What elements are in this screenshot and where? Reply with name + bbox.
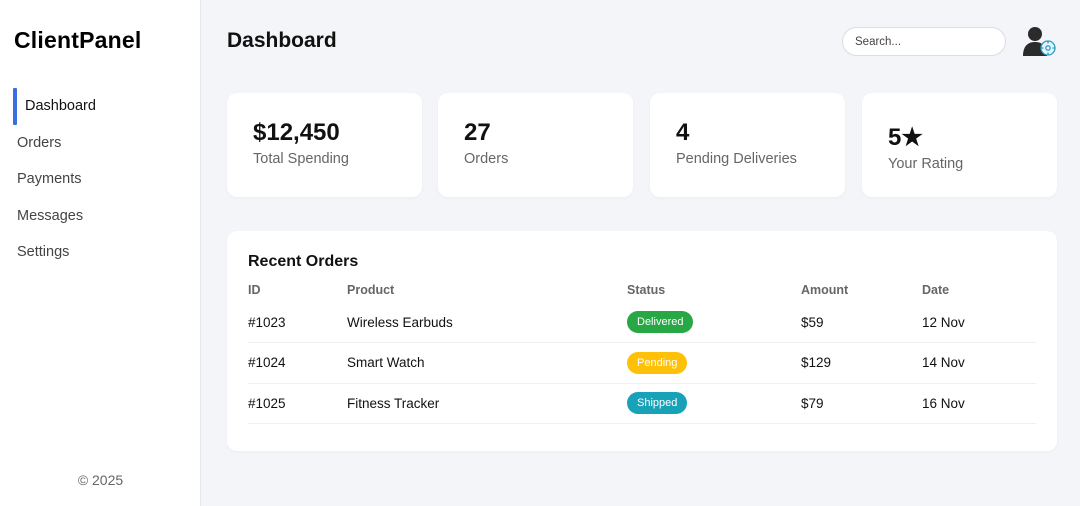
status-badge: Pending: [627, 351, 688, 374]
stat-value: $12,450: [253, 119, 340, 146]
order-date: 12 Nov: [922, 302, 1036, 343]
order-product: Wireless Earbuds: [347, 302, 627, 343]
order-amount: $129: [801, 342, 922, 384]
order-status-cell: Shipped: [627, 383, 801, 424]
column-header-date: Date: [922, 283, 950, 297]
order-id: #1025: [248, 383, 347, 424]
search-input[interactable]: [842, 27, 1006, 56]
column-header-status: Status: [627, 283, 666, 297]
brand-logo: ClientPanel: [14, 27, 142, 53]
order-amount: $59: [801, 302, 922, 343]
table-header-row: ID Product Status Amount Date: [248, 278, 1036, 302]
order-status-cell: Delivered: [627, 302, 801, 343]
recent-orders-title: Recent Orders: [248, 253, 359, 270]
stat-card-orders: 27 Orders: [438, 93, 633, 197]
status-badge: Shipped: [627, 392, 688, 415]
order-id: #1023: [248, 302, 347, 343]
order-product: Smart Watch: [347, 342, 627, 384]
stat-value: 5★: [888, 124, 923, 151]
stat-label: Orders: [464, 151, 509, 167]
copyright: © 2025: [77, 472, 124, 488]
order-id: #1024: [248, 342, 347, 384]
column-header-id: ID: [248, 283, 261, 297]
user-avatar-icon[interactable]: [1022, 25, 1056, 57]
order-date: 14 Nov: [922, 342, 1036, 384]
sidebar-item-settings[interactable]: Settings: [0, 234, 201, 271]
order-amount: $79: [801, 383, 922, 424]
page-title: Dashboard: [227, 29, 337, 52]
table-row[interactable]: #1023 Wireless Earbuds Delivered $59 12 …: [248, 302, 1036, 343]
table-row[interactable]: #1025 Fitness Tracker Shipped $79 16 Nov: [248, 383, 1036, 424]
sidebar-item-messages[interactable]: Messages: [0, 198, 201, 235]
sidebar-item-orders[interactable]: Orders: [0, 125, 201, 162]
stat-card-pending-deliveries: 4 Pending Deliveries: [650, 93, 845, 197]
stat-label: Total Spending: [253, 151, 349, 167]
order-status-cell: Pending: [627, 342, 801, 384]
column-header-amount: Amount: [801, 283, 849, 297]
order-product: Fitness Tracker: [347, 383, 627, 424]
sidebar: ClientPanel Dashboard Orders Payments Me…: [0, 0, 201, 506]
column-header-product: Product: [347, 283, 395, 297]
stat-label: Pending Deliveries: [676, 151, 797, 167]
status-badge: Delivered: [627, 311, 694, 333]
stat-label: Your Rating: [888, 156, 964, 172]
stat-value: 4: [676, 119, 690, 146]
stat-card-rating: 5★ Your Rating: [862, 93, 1057, 197]
recent-orders-card: Recent Orders ID Product Status Amount D…: [227, 231, 1057, 451]
order-date: 16 Nov: [922, 383, 1036, 424]
sidebar-nav: Dashboard Orders Payments Messages Setti…: [0, 88, 201, 271]
orders-table: ID Product Status Amount Date #1023 Wire…: [248, 278, 1036, 424]
sidebar-item-payments[interactable]: Payments: [0, 161, 201, 198]
sidebar-item-dashboard[interactable]: Dashboard: [0, 88, 201, 125]
table-row[interactable]: #1024 Smart Watch Pending $129 14 Nov: [248, 342, 1036, 384]
stat-value: 27: [464, 119, 491, 146]
stat-card-total-spending: $12,450 Total Spending: [227, 93, 422, 197]
